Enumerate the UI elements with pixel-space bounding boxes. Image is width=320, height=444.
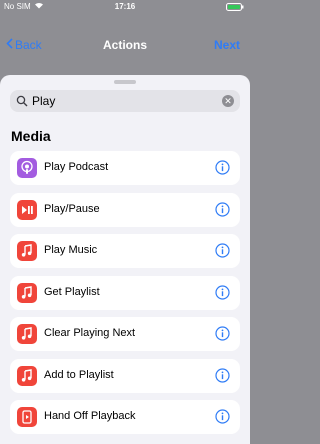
action-row-add-to-playlist[interactable]: Add to Playlist xyxy=(10,358,240,393)
music-note-icon xyxy=(17,324,37,344)
next-button[interactable]: Next xyxy=(214,38,240,52)
action-label: Hand Off Playback xyxy=(44,410,136,422)
action-row-hand-off-playback[interactable]: Hand Off Playback xyxy=(10,400,240,434)
search-input[interactable]: Play xyxy=(32,94,55,108)
podcasts-icon xyxy=(17,158,37,178)
battery-icon xyxy=(226,3,244,13)
action-row-clear-playing-next[interactable]: Clear Playing Next xyxy=(10,317,240,351)
actions-sheet: Play ✕ Media Play Podcast Play/Pause Pla… xyxy=(0,75,250,444)
action-label: Add to Playlist xyxy=(44,368,114,381)
action-label: Clear Playing Next xyxy=(44,327,136,339)
page-title: Actions xyxy=(102,38,147,52)
music-note-icon xyxy=(17,365,37,386)
action-label: Play Music xyxy=(44,244,98,256)
search-icon xyxy=(16,94,28,112)
clock: 17:16 xyxy=(114,2,136,11)
info-icon[interactable] xyxy=(215,409,230,429)
sheet-grabber[interactable] xyxy=(114,80,136,84)
clear-search-icon[interactable]: ✕ xyxy=(222,95,234,107)
music-note-icon xyxy=(17,282,37,303)
action-row-get-playlist[interactable]: Get Playlist xyxy=(10,275,240,310)
section-title: Media xyxy=(11,128,51,144)
play-pause-icon xyxy=(17,199,37,220)
nav-bar: Back Actions Next xyxy=(0,30,250,60)
info-icon[interactable] xyxy=(215,201,230,222)
music-note-icon xyxy=(17,241,37,261)
action-row-play-podcast[interactable]: Play Podcast xyxy=(10,151,240,185)
search-field[interactable]: Play ✕ xyxy=(10,90,240,112)
action-row-play-pause[interactable]: Play/Pause xyxy=(10,192,240,227)
info-icon[interactable] xyxy=(215,326,230,346)
info-icon[interactable] xyxy=(215,160,230,180)
action-label: Play Podcast xyxy=(44,161,109,173)
action-label: Play/Pause xyxy=(44,202,100,215)
info-icon[interactable] xyxy=(215,284,230,305)
action-label: Get Playlist xyxy=(44,285,100,298)
action-list: Play Podcast Play/Pause Play Music Get P… xyxy=(10,151,240,442)
info-icon[interactable] xyxy=(215,367,230,388)
action-row-play-music[interactable]: Play Music xyxy=(10,234,240,268)
status-bar: No SIM 17:16 xyxy=(0,0,250,14)
info-icon[interactable] xyxy=(215,243,230,263)
handoff-icon xyxy=(17,407,37,427)
